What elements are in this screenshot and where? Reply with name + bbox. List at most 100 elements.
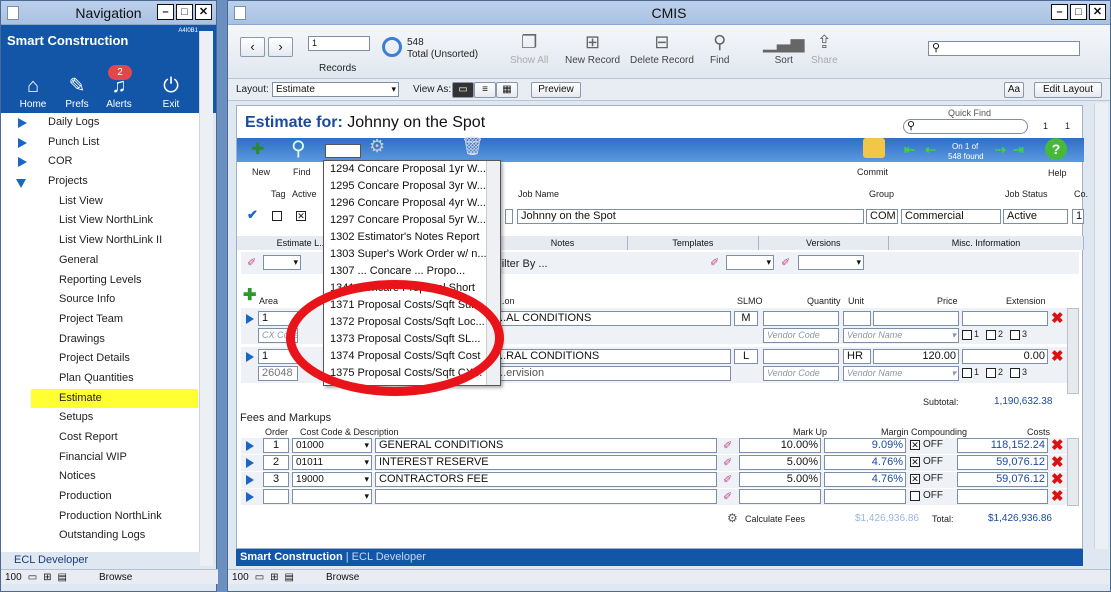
check-2[interactable] [986, 330, 996, 340]
fee-play-icon[interactable] [246, 441, 254, 451]
sidebar-item-setups[interactable]: Setups [1, 408, 200, 428]
record-number-input[interactable]: 1 [308, 36, 370, 51]
dropdown-item[interactable]: 1375 Proposal Costs/Sqft CX... [324, 365, 486, 382]
cx-code-field[interactable]: CX Code [258, 328, 298, 343]
fee-markup-field[interactable]: 5.00% [739, 455, 821, 470]
sidebar-item-financial-wip[interactable]: Financial WIP [1, 448, 200, 468]
delete-fee-icon[interactable]: ✖ [1051, 438, 1064, 453]
filter-select-3[interactable] [798, 255, 864, 270]
fee-description-field[interactable]: CONTRACTORS FEE [375, 472, 717, 487]
gear-icon[interactable]: ⚙ [369, 136, 385, 157]
cx-code-field[interactable]: 26048 [258, 366, 298, 381]
fee-cost-field[interactable] [957, 489, 1048, 504]
new-record-button[interactable]: ⊞ New Record [565, 29, 620, 66]
fee-order-field[interactable]: 3 [263, 472, 289, 487]
slmo-field[interactable]: M [734, 311, 758, 326]
fee-markup-field[interactable]: 5.00% [739, 472, 821, 487]
fee-description-field[interactable]: INTEREST RESERVE [375, 455, 717, 470]
fee-margin-field[interactable] [824, 489, 906, 504]
calculate-fees-button[interactable]: Calculate Fees [745, 514, 805, 524]
dropdown-item[interactable]: 1297 Concare Proposal 5yr W... [324, 212, 486, 229]
last-record-icon[interactable]: ⇥ [1013, 142, 1024, 158]
delete-record-button[interactable]: ⊟ Delete Record [630, 29, 694, 66]
layout-select[interactable]: Estimate [272, 82, 399, 97]
minimize-button[interactable]: – [1051, 4, 1068, 20]
prev-record-icon[interactable]: ⇠ [925, 142, 936, 158]
compounding-checkbox[interactable]: ✕ [910, 440, 920, 450]
compounding-checkbox[interactable]: ✕ [910, 474, 920, 484]
co-field[interactable]: 1 [1072, 209, 1084, 224]
maximize-button[interactable]: □ [1070, 4, 1087, 20]
description-field[interactable]: ...AL CONDITIONS [493, 311, 731, 326]
sidebar-item-production-northlink[interactable]: Production NorthLink [1, 507, 200, 527]
next-record-button[interactable]: › [268, 37, 293, 57]
line-play-icon[interactable] [246, 314, 254, 324]
group-field[interactable]: Commercial [901, 209, 1001, 224]
price-field[interactable]: 120.00 [873, 349, 959, 364]
job-status-field[interactable]: Active [1003, 209, 1068, 224]
prev-record-button[interactable]: ‹ [240, 37, 265, 57]
delete-line-icon[interactable]: ✖ [1051, 349, 1064, 364]
fee-cost-field[interactable]: 118,152.24 [957, 438, 1048, 453]
eraser-icon[interactable]: ✐ [723, 490, 732, 503]
sidebar-item-project-details[interactable]: Project Details [1, 349, 200, 369]
active-checkbox[interactable]: ✕ [296, 211, 306, 221]
eraser-icon[interactable]: ✐ [723, 439, 732, 452]
extension-field[interactable] [962, 311, 1048, 326]
quantity-field[interactable] [763, 349, 839, 364]
find-button[interactable]: ⚲ Find [710, 29, 729, 66]
zoom-in-icon[interactable]: ⊞ [43, 572, 51, 583]
delete-fee-icon[interactable]: ✖ [1051, 455, 1064, 470]
main-scrollbar[interactable] [1094, 103, 1108, 549]
sidebar-item-notices[interactable]: Notices [1, 467, 200, 487]
dropdown-item[interactable]: 1295 Concare Proposal 3yr W... [324, 178, 486, 195]
vendor-code-field[interactable]: Vendor Code [763, 328, 839, 343]
sidebar-item-daily-logs[interactable]: Daily Logs [1, 113, 200, 133]
tab-templates[interactable]: Templates [628, 236, 759, 250]
job-name-field[interactable]: Johnny on the Spot [517, 209, 864, 224]
check-3[interactable] [1010, 330, 1020, 340]
close-button[interactable]: ✕ [1089, 4, 1106, 20]
chevron-down-icon[interactable]: ✔ [247, 207, 258, 223]
dropdown-item[interactable]: 1374 Proposal Costs/Sqft Cost [324, 348, 486, 365]
fee-markup-field[interactable] [739, 489, 821, 504]
sidebar-item-plan-quantities[interactable]: Plan Quantities [1, 369, 200, 389]
check-1[interactable] [962, 330, 972, 340]
preview-button[interactable]: Preview [531, 82, 581, 98]
filter-select-2[interactable] [726, 255, 774, 270]
sidebar-item-list-view[interactable]: List View [1, 192, 200, 212]
vendor-name-select[interactable]: Vendor Name [843, 328, 959, 343]
fee-cost-field[interactable]: 59,076.12 [957, 472, 1048, 487]
toolbar-search-input[interactable]: ⚲ [928, 41, 1080, 56]
zoom-level[interactable]: 100 [5, 572, 22, 583]
sidebar-item-drawings[interactable]: Drawings [1, 330, 200, 350]
vendor-code-field[interactable]: Vendor Code [763, 366, 839, 381]
sidebar-item-cor[interactable]: COR [1, 152, 200, 172]
fee-code-select[interactable]: 19000 [292, 472, 372, 487]
fee-margin-field[interactable]: 4.76% [824, 472, 906, 487]
show-all-button[interactable]: ❐ Show All [510, 29, 548, 66]
nav-scrollbar[interactable] [199, 31, 213, 566]
zoom-out-icon[interactable]: ▭ [255, 572, 264, 583]
toggle-toolbar-icon[interactable]: ▤ [58, 572, 67, 583]
unit-field[interactable] [843, 311, 871, 326]
eraser-icon[interactable]: ✐ [247, 256, 256, 269]
sort-button[interactable]: ▁▃▅ Sort [763, 29, 805, 66]
chevron-right-icon[interactable] [18, 118, 27, 128]
chevron-right-icon[interactable] [18, 157, 27, 168]
sidebar-item-production[interactable]: Production [1, 487, 200, 507]
compounding-checkbox[interactable]: ✕ [910, 457, 920, 467]
commit-folder-icon[interactable] [863, 138, 885, 158]
fee-margin-field[interactable]: 9.09% [824, 438, 906, 453]
view-table-button[interactable]: ▦ [496, 82, 518, 98]
tab-misc-information[interactable]: Misc. Information [888, 236, 1085, 250]
help-icon[interactable]: ? [1045, 138, 1067, 160]
fee-order-field[interactable]: 1 [263, 438, 289, 453]
dropdown-item[interactable]: 1372 Proposal Costs/Sqft Loc... [324, 314, 486, 331]
maximize-button[interactable]: □ [176, 4, 193, 20]
check-3[interactable] [1010, 368, 1020, 378]
share-button[interactable]: ⇪ Share [811, 29, 838, 66]
area-field[interactable]: 1 [258, 311, 298, 326]
sidebar-item-general[interactable]: General [1, 251, 200, 271]
exit-button[interactable]: ⏻ Exit [151, 73, 191, 110]
